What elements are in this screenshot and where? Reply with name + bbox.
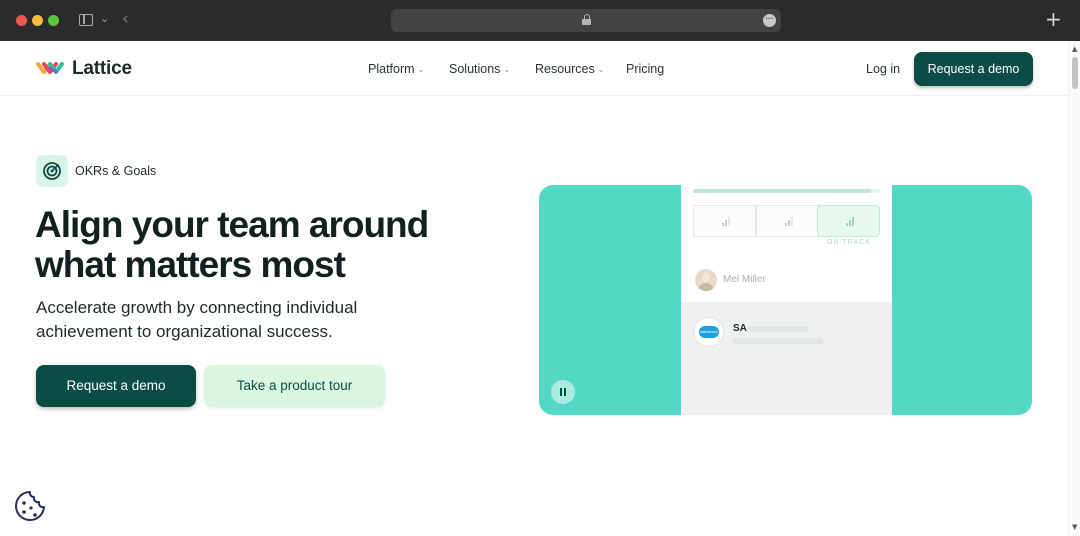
- goal-progress-bar: [693, 189, 880, 193]
- signal-bars-icon: [785, 216, 795, 226]
- scroll-up-icon[interactable]: ▲: [1072, 45, 1077, 53]
- product-badge-label: OKRs & Goals: [75, 164, 157, 178]
- more-options-icon[interactable]: ···: [763, 14, 776, 27]
- nav-platform-label: Platform: [368, 62, 415, 76]
- goal-panel: ON TRACK Mel Miller salesforce SA: [681, 185, 892, 415]
- pause-icon[interactable]: [551, 380, 575, 404]
- minimize-window-button[interactable]: [32, 15, 43, 26]
- back-arrow-icon[interactable]: ‹: [122, 9, 129, 29]
- company-row: salesforce SA: [681, 302, 892, 415]
- page-scrollbar[interactable]: ▲ ▼: [1068, 41, 1080, 536]
- nav-resources-label: Resources: [535, 62, 595, 76]
- login-link[interactable]: Log in: [866, 62, 900, 76]
- lock-icon: [582, 14, 591, 25]
- cookie-icon[interactable]: [13, 489, 47, 523]
- hero-subhead: Accelerate growth by connecting individu…: [36, 298, 358, 341]
- status-option-off-track[interactable]: [693, 205, 756, 237]
- new-tab-icon[interactable]: +: [1045, 8, 1062, 30]
- chevron-down-icon: ⌄: [597, 64, 605, 74]
- nav-platform[interactable]: Platform ⌄: [368, 62, 424, 76]
- chevron-down-icon: ⌄: [503, 64, 511, 74]
- avatar: [695, 269, 717, 291]
- nav-resources[interactable]: Resources ⌄: [535, 62, 604, 76]
- chevron-down-icon: ⌄: [417, 64, 425, 74]
- signal-bars-icon: [722, 216, 732, 226]
- placeholder-line: [747, 326, 809, 332]
- lattice-logo-icon[interactable]: [36, 58, 66, 78]
- request-demo-button[interactable]: Request a demo: [36, 365, 196, 407]
- close-window-button[interactable]: [16, 15, 27, 26]
- salesforce-logo-icon: salesforce: [695, 318, 723, 346]
- product-video[interactable]: ON TRACK Mel Miller salesforce SA: [539, 185, 1032, 415]
- nav-solutions[interactable]: Solutions ⌄: [449, 62, 510, 76]
- page-title: Align your team around what matters most: [35, 205, 495, 285]
- goal-progress-fill: [693, 189, 871, 193]
- status-option-progressing[interactable]: [756, 205, 819, 237]
- brand-name[interactable]: Lattice: [72, 58, 132, 80]
- owner-name: Mel Miller: [723, 274, 766, 285]
- placeholder-line: [733, 338, 824, 344]
- product-tour-button[interactable]: Take a product tour: [204, 365, 385, 407]
- status-label: ON TRACK: [827, 239, 872, 246]
- sidebar-icon[interactable]: [79, 14, 93, 26]
- signal-bars-icon: [846, 216, 856, 226]
- company-initials: SA: [733, 323, 747, 334]
- request-demo-button-header[interactable]: Request a demo: [914, 52, 1033, 86]
- browser-toolbar: ⌄ ‹ ··· +: [0, 0, 1080, 41]
- target-icon: [36, 155, 68, 187]
- site-header: Lattice Platform ⌄ Solutions ⌄ Resources ⌄ …: [0, 41, 1068, 96]
- chevron-down-icon[interactable]: ⌄: [100, 12, 109, 25]
- headline-line-1: Align your team around: [35, 204, 429, 245]
- headline-line-2: what matters most: [35, 244, 346, 285]
- nav-pricing[interactable]: Pricing: [626, 62, 664, 76]
- nav-solutions-label: Solutions: [449, 62, 501, 76]
- nav-pricing-label: Pricing: [626, 62, 665, 76]
- zoom-window-button[interactable]: [48, 15, 59, 26]
- scrollbar-thumb[interactable]: [1072, 57, 1078, 89]
- address-bar[interactable]: ···: [391, 9, 781, 32]
- status-option-on-track[interactable]: [817, 205, 880, 237]
- scroll-down-icon[interactable]: ▼: [1072, 523, 1077, 531]
